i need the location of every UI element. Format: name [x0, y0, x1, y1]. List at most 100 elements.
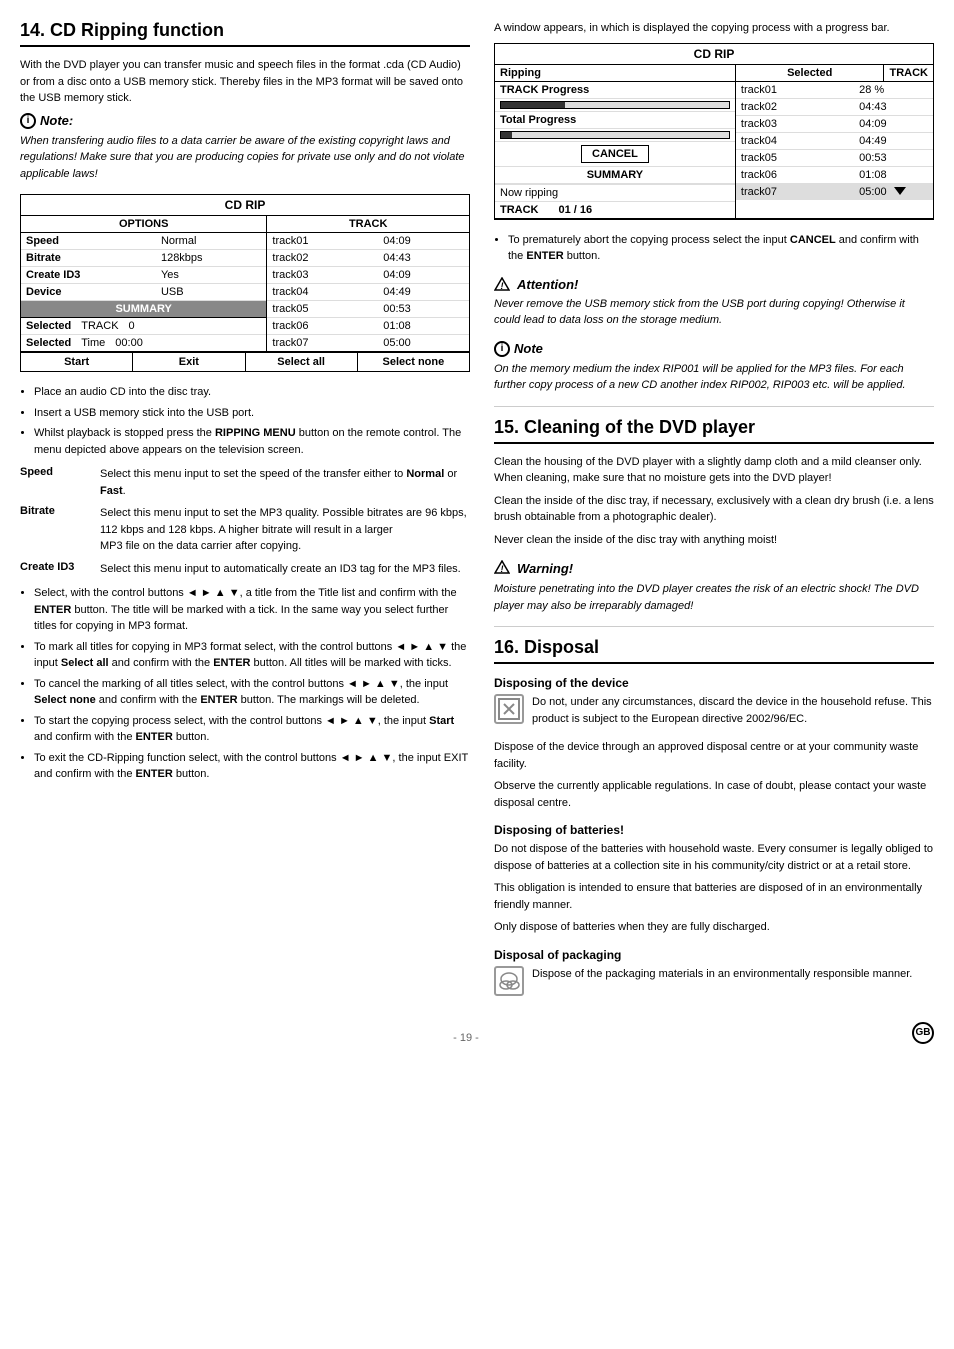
section15-text2: Clean the inside of the disc tray, if ne… [494, 493, 934, 526]
option-speed: Speed Normal [21, 233, 266, 250]
sel-label-time: Selected [21, 335, 76, 351]
rip-track-name-2: track02 [736, 99, 854, 115]
disposal-packaging-row: Dispose of the packaging materials in an… [494, 966, 934, 996]
term-desc-speed: Select this menu input to set the speed … [100, 466, 470, 499]
warning-label: Warning! [517, 561, 573, 576]
rip-track-name-1: track01 [736, 82, 854, 98]
track-time-5: 00:53 [378, 301, 469, 317]
bullet2-5: To exit the CD-Ripping function select, … [34, 750, 470, 783]
rip-track-7: track07 05:00 [736, 184, 933, 200]
rip-track-name-7: track07 [736, 184, 854, 200]
rip-track-name-5: track05 [736, 150, 854, 166]
rip-track-time-1: 28 % [854, 82, 933, 98]
bullet-2: Insert a USB memory stick into the USB p… [34, 405, 470, 422]
disposal-packaging-title: Disposal of packaging [494, 948, 934, 962]
sel-count: 0 [124, 318, 140, 334]
option-bitrate: Bitrate 128kbps [21, 250, 266, 267]
disposing-device-title: Disposing of the device [494, 676, 934, 690]
track-name-1: track01 [267, 233, 378, 249]
rip-track-6: track06 01:08 [736, 167, 933, 184]
track-entry-5: track05 00:53 [267, 301, 469, 318]
select-none-button[interactable]: Select none [358, 353, 469, 371]
track-num-label: TRACK [495, 202, 544, 218]
svg-text:!: ! [501, 564, 504, 574]
bottom-buttons: Start Exit Select all Select none [21, 352, 469, 371]
rip-track-time-7: 05:00 [854, 184, 933, 200]
options-header: OPTIONS [21, 216, 266, 233]
term-bitrate: Bitrate Select this menu input to set th… [20, 505, 470, 555]
note2-label: Note [514, 341, 543, 356]
track-col-header: TRACK [884, 65, 933, 81]
rip-track-time-3: 04:09 [854, 116, 933, 132]
bullet2-1: Select, with the control buttons ◄ ► ▲ ▼… [34, 585, 470, 635]
track-header: TRACK [267, 216, 469, 233]
note-text: When transfering audio files to a data c… [20, 133, 470, 183]
svg-text:!: ! [501, 281, 504, 291]
option-device: Device USB [21, 284, 266, 301]
track-time-4: 04:49 [378, 284, 469, 300]
cancel-note: To prematurely abort the copying process… [508, 232, 934, 265]
rip-track-time-2: 04:43 [854, 99, 933, 115]
country-badge: GB [912, 1022, 934, 1044]
opt-val-speed: Normal [156, 233, 266, 249]
cancel-note-list: To prematurely abort the copying process… [508, 232, 934, 265]
rip-track-name-3: track03 [736, 116, 854, 132]
disposing-device-text2: Dispose of the device through an approve… [494, 739, 934, 772]
track-time-2: 04:43 [378, 250, 469, 266]
track-progress-fill [501, 102, 565, 108]
total-progress-label: Total Progress [495, 111, 735, 129]
term-desc-createid3: Select this menu input to automatically … [100, 561, 470, 578]
sel-label-track: Selected [21, 318, 76, 334]
page-number: - 19 - [453, 1032, 479, 1044]
cd-rip-table-left: CD RIP OPTIONS Speed Normal Bitrate 128k… [20, 194, 470, 372]
exit-button[interactable]: Exit [133, 353, 245, 371]
start-button[interactable]: Start [21, 353, 133, 371]
ripping-header: Ripping [495, 65, 546, 81]
section14-intro: With the DVD player you can transfer mus… [20, 57, 470, 107]
rip-track-1: track01 28 % [736, 82, 933, 99]
rip-track-3: track03 04:09 [736, 116, 933, 133]
term-label-speed: Speed [20, 466, 100, 499]
track-name-4: track04 [267, 284, 378, 300]
track-entry-2: track02 04:43 [267, 250, 469, 267]
bullet2-3: To cancel the marking of all titles sele… [34, 676, 470, 709]
disposing-batteries-text3: Only dispose of batteries when they are … [494, 919, 934, 936]
section15-text3: Never clean the inside of the disc tray … [494, 532, 934, 549]
summary-btn-row: SUMMARY [495, 167, 735, 184]
rip-track-time-6: 01:08 [854, 167, 933, 183]
summary-bar: SUMMARY [21, 301, 266, 318]
rip-track-5: track05 00:53 [736, 150, 933, 167]
track-time-3: 04:09 [378, 267, 469, 283]
disposing-device-row: Do not, under any circumstances, discard… [494, 694, 934, 733]
track-entry-1: track01 04:09 [267, 233, 469, 250]
rip-track-time-5: 00:53 [854, 150, 933, 166]
info-icon: i [20, 113, 36, 129]
opt-key-bitrate: Bitrate [21, 250, 156, 266]
cd-rip-title: CD RIP [21, 195, 469, 216]
track-name-5: track05 [267, 301, 378, 317]
note-label: Note: [40, 113, 73, 128]
rip-track-name-6: track06 [736, 167, 854, 183]
section14-title: 14. CD Ripping function [20, 20, 470, 47]
track-time-7: 05:00 [378, 335, 469, 351]
track-name-2: track02 [267, 250, 378, 266]
track-name-3: track03 [267, 267, 378, 283]
warning-text: Moisture penetrating into the DVD player… [494, 581, 934, 614]
select-all-button[interactable]: Select all [246, 353, 358, 371]
track-entry-6: track06 01:08 [267, 318, 469, 335]
bullet2-4: To start the copying process select, wit… [34, 713, 470, 746]
packaging-icon [494, 966, 524, 996]
bullet-3: Whilst playback is stopped press the RIP… [34, 425, 470, 458]
opt-key-device: Device [21, 284, 156, 300]
bullet2-2: To mark all titles for copying in MP3 fo… [34, 639, 470, 672]
disposing-batteries-text: Do not dispose of the batteries with hou… [494, 841, 934, 874]
track-entry-7: track07 05:00 [267, 335, 469, 351]
attention-text: Never remove the USB memory stick from t… [494, 296, 934, 329]
info-icon-2: i [494, 341, 510, 357]
term-createid3: Create ID3 Select this menu input to aut… [20, 561, 470, 578]
track-num-value: 01 / 16 [554, 202, 598, 218]
track-entry-4: track04 04:49 [267, 284, 469, 301]
cancel-button-rip[interactable]: CANCEL [581, 145, 649, 163]
sel-value-time: Time [76, 335, 110, 351]
bullet-1: Place an audio CD into the disc tray. [34, 384, 470, 401]
